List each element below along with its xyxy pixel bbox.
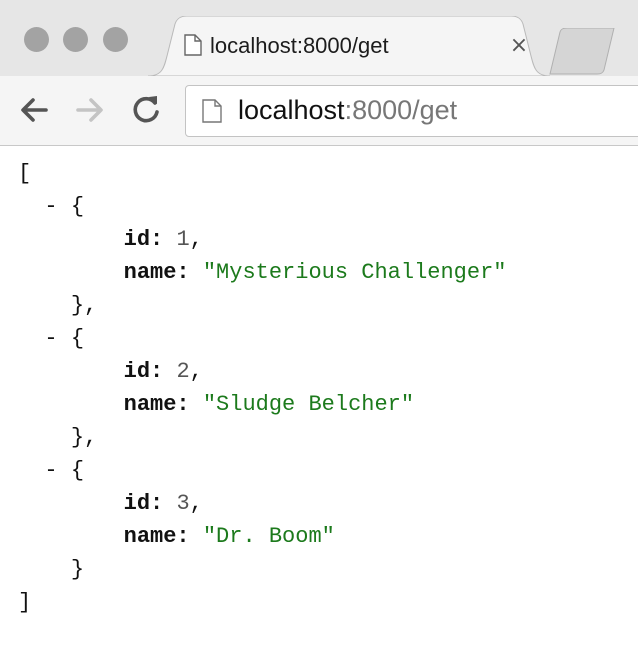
collapse-toggle[interactable]: -: [44, 326, 57, 351]
tab-active[interactable]: localhost:8000/get ×: [148, 16, 550, 76]
back-icon[interactable]: [16, 92, 52, 128]
json-field-name: name: "Mysterious Challenger": [18, 256, 507, 289]
close-icon[interactable]: ×: [506, 33, 532, 59]
minimize-window-button[interactable]: [63, 27, 88, 52]
json-item-close: }: [18, 553, 507, 586]
json-open-bracket: [: [18, 157, 507, 190]
bracket: [: [18, 161, 32, 186]
json-field-id: id: 3,: [123, 491, 203, 516]
collapse-toggle[interactable]: -: [44, 458, 57, 483]
close-brace: },: [70, 425, 98, 450]
json-field-name: name: "Dr. Boom": [18, 520, 507, 553]
value-id: 1: [176, 227, 190, 252]
json-item-header: - {: [18, 322, 507, 355]
json-field-id: id: 1,: [123, 227, 203, 252]
json-viewer: [ - { id: 1, name: "Mysterious Challenge…: [18, 157, 507, 619]
json-item-header: - {: [18, 454, 507, 487]
open-brace: {: [70, 458, 85, 483]
forward-icon[interactable]: [72, 92, 108, 128]
json-item-header: - {: [18, 190, 507, 223]
page-icon: [202, 99, 222, 128]
close-window-button[interactable]: [24, 27, 49, 52]
zoom-window-button[interactable]: [103, 27, 128, 52]
reload-icon[interactable]: [128, 92, 164, 128]
bracket: ]: [18, 590, 32, 615]
tab-strip: localhost:8000/get ×: [0, 0, 638, 76]
open-brace: {: [70, 194, 85, 219]
key-id: id:: [123, 359, 164, 384]
value-name: "Dr. Boom": [202, 524, 335, 549]
json-field-name: name: "Sludge Belcher": [18, 388, 507, 421]
key-id: id:: [123, 227, 164, 252]
key-name: name:: [123, 392, 190, 417]
key-name: name:: [123, 260, 190, 285]
url-path: :8000/get: [344, 95, 458, 125]
value-id: 3: [176, 491, 190, 516]
json-field-id: id: 2,: [123, 359, 203, 384]
url-text[interactable]: localhost:8000/get: [238, 95, 457, 126]
json-item-close: },: [18, 289, 507, 322]
new-tab-button[interactable]: [548, 28, 618, 76]
json-item-close: },: [18, 421, 507, 454]
tab-title: localhost:8000/get: [210, 33, 389, 58]
close-brace: }: [70, 557, 85, 582]
key-name: name:: [123, 524, 190, 549]
value-name: "Mysterious Challenger": [202, 260, 507, 285]
close-brace: },: [70, 293, 98, 318]
collapse-toggle[interactable]: -: [44, 194, 57, 219]
url-host: localhost: [238, 95, 345, 125]
toolbar: localhost:8000/get: [0, 76, 638, 145]
page-icon: [184, 34, 202, 61]
value-name: "Sludge Belcher": [202, 392, 415, 417]
key-id: id:: [123, 491, 164, 516]
browser-chrome: localhost:8000/get × localhost:8000/get: [0, 0, 638, 146]
address-bar[interactable]: localhost:8000/get: [185, 85, 638, 137]
value-id: 2: [176, 359, 190, 384]
json-close-bracket: ]: [18, 586, 507, 619]
open-brace: {: [70, 326, 85, 351]
